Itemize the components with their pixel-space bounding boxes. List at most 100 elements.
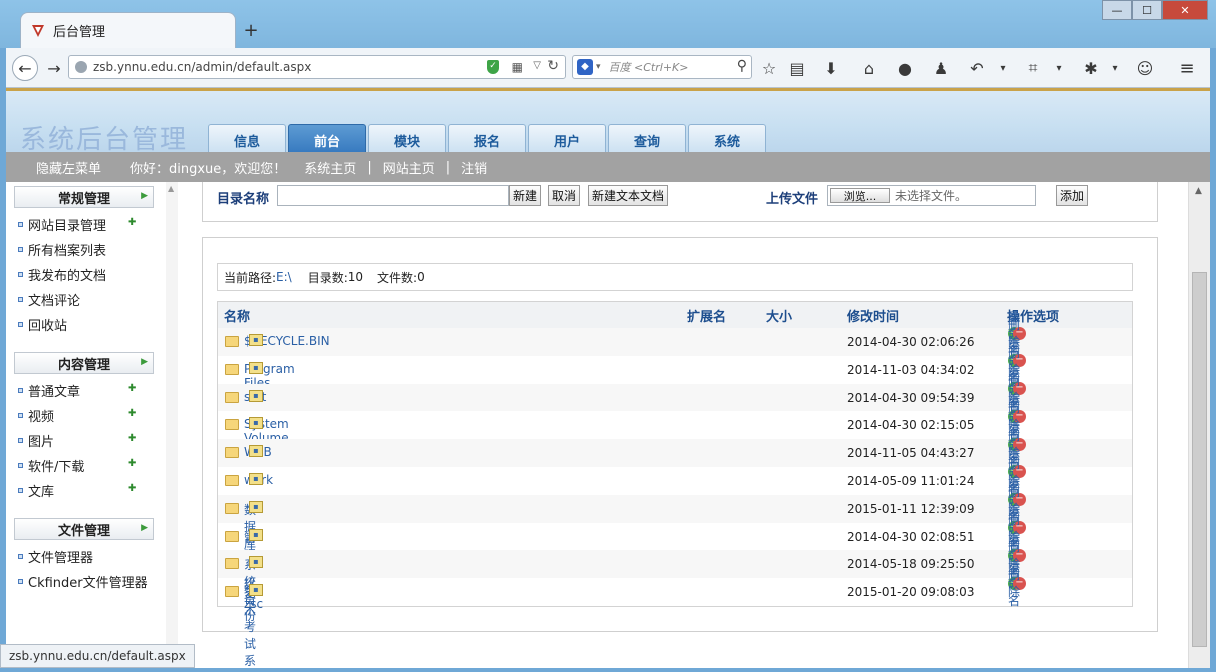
select-folder-icon[interactable]: ▪	[249, 556, 263, 569]
user-icon[interactable]: ♟	[930, 57, 952, 79]
sidebar-item[interactable]: 文档评论	[18, 289, 80, 309]
sidebar-item[interactable]: 文件管理器	[18, 546, 93, 566]
scroll-up-arrow-icon[interactable]: ▲	[1195, 186, 1202, 196]
minimize-button[interactable]: —	[1102, 0, 1132, 20]
shield-icon[interactable]: ✓	[487, 60, 499, 74]
nav-tab[interactable]: 系统	[688, 124, 766, 155]
forward-arrow-icon[interactable]: →	[42, 56, 66, 80]
left-sidebar: 常规管理 ▶ 网站目录管理 ✚ 所有档案列表 我发布的文档 文档评论回收站内容管理 ▶ 普通文章…	[6, 182, 166, 668]
select-folder-icon[interactable]: ▪	[249, 417, 263, 430]
dir-name-input[interactable]	[277, 185, 509, 206]
add-item-icon[interactable]: ✚	[128, 483, 140, 495]
search-box[interactable]: ◆ ▾ 百度 <Ctrl+K> ⚲	[572, 55, 752, 79]
sub-menu-bar: 隐藏左菜单 你好：dingxue，欢迎您！ 系统主页 | 网站主页 | 注销	[6, 152, 1210, 182]
expand-arrow-icon[interactable]: ▶	[141, 191, 148, 201]
logout-link[interactable]: 注销	[461, 158, 487, 177]
col-size-header[interactable]: 大小	[766, 306, 792, 325]
nav-tab[interactable]: 查询	[608, 124, 686, 155]
sidebar-item[interactable]: 视频 ✚	[18, 405, 136, 425]
home-icon[interactable]: ⌂	[858, 57, 880, 79]
reading-list-icon[interactable]: ▤	[786, 57, 808, 79]
dropdown-triangle-icon[interactable]: ▽	[533, 60, 541, 71]
nav-tab[interactable]: 报名	[448, 124, 526, 155]
scroll-thumb[interactable]	[1192, 272, 1207, 647]
nav-tab[interactable]: 前台	[288, 124, 366, 155]
file-upload-input[interactable]: 浏览... 未选择文件。	[827, 185, 1036, 206]
page-scrollbar[interactable]: ▲	[1188, 182, 1210, 668]
current-path-value[interactable]: E:\	[276, 270, 292, 284]
select-folder-icon[interactable]: ▪	[249, 361, 263, 374]
select-folder-icon[interactable]: ▪	[249, 528, 263, 541]
baidu-paw-icon[interactable]: ◆	[577, 59, 593, 75]
sidebar-scrollbar[interactable]: ▲	[166, 182, 178, 668]
nav-tab[interactable]: 信息	[208, 124, 286, 155]
new-text-doc-button[interactable]: 新建文本文档	[588, 185, 668, 206]
select-folder-icon[interactable]: ▪	[249, 334, 263, 346]
add-item-icon[interactable]: ✚	[128, 458, 140, 470]
chat-bubble-icon[interactable]: ●	[894, 57, 916, 79]
scroll-up-arrow-icon[interactable]: ▲	[168, 184, 174, 193]
site-home-link[interactable]: 网站主页	[383, 158, 435, 177]
search-icon[interactable]: ⚲	[737, 58, 747, 74]
bookmark-star-icon[interactable]: ☆	[758, 57, 780, 79]
col-name-header[interactable]: 名称	[224, 306, 250, 325]
undo-dropdown-icon[interactable]: ▾	[992, 57, 1014, 79]
smiley-icon[interactable]: ☺	[1134, 57, 1156, 79]
sidebar-item[interactable]: 文库 ✚	[18, 480, 136, 500]
col-mtime-header[interactable]: 修改时间	[847, 306, 899, 325]
select-folder-icon[interactable]: ▪	[249, 445, 263, 458]
sidebar-item[interactable]: 所有档案列表	[18, 239, 106, 259]
download-arrow-icon[interactable]: ⬇	[820, 57, 842, 79]
sidebar-group-title[interactable]: 常规管理 ▶	[14, 186, 154, 208]
folder-icon	[225, 419, 239, 431]
add-upload-button[interactable]: 添加	[1056, 185, 1088, 206]
sidebar-item-label: 文件管理器	[28, 550, 94, 566]
nav-tab[interactable]: 模块	[368, 124, 446, 155]
add-item-icon[interactable]: ✚	[128, 433, 140, 445]
sidebar-item[interactable]: 回收站	[18, 314, 67, 334]
folder-icon	[225, 391, 239, 403]
browser-tab[interactable]: 后台管理	[20, 12, 236, 48]
add-item-icon[interactable]: ✚	[128, 383, 140, 395]
crop-dropdown-icon[interactable]: ▾	[1048, 57, 1070, 79]
sidebar-item[interactable]: 图片 ✚	[18, 430, 136, 450]
address-bar[interactable]: zsb.ynnu.edu.cn/admin/default.aspx ✓ ▦ ▽…	[68, 55, 566, 79]
bug-icon[interactable]: ✱	[1080, 57, 1102, 79]
close-button[interactable]: ✕	[1162, 0, 1208, 20]
back-arrow-icon[interactable]: ←	[12, 55, 38, 81]
cancel-button[interactable]: 取消	[548, 185, 580, 206]
bullet-icon	[18, 387, 23, 393]
select-folder-icon[interactable]: ▪	[249, 500, 263, 513]
search-engine-dropdown-icon[interactable]: ▾	[596, 62, 601, 72]
sidebar-item[interactable]: Ckfinder文件管理器	[18, 571, 148, 591]
bullet-icon	[18, 553, 23, 559]
sidebar-group-title[interactable]: 文件管理 ▶	[14, 518, 154, 540]
reload-icon[interactable]: ↻	[547, 58, 559, 74]
new-dir-button[interactable]: 新建	[509, 185, 541, 206]
undo-icon[interactable]: ↶	[966, 57, 988, 79]
sidebar-item[interactable]: 网站目录管理 ✚	[18, 214, 136, 234]
expand-arrow-icon[interactable]: ▶	[141, 357, 148, 367]
hide-left-menu-link[interactable]: 隐藏左菜单	[36, 158, 130, 177]
sidebar-item[interactable]: 普通文章 ✚	[18, 380, 136, 400]
qr-code-icon[interactable]: ▦	[512, 60, 523, 74]
sidebar-item[interactable]: 我发布的文档	[18, 264, 106, 284]
menu-hamburger-icon[interactable]: ≡	[1176, 57, 1198, 79]
crop-icon[interactable]: ⌗	[1022, 57, 1044, 79]
nav-tab[interactable]: 用户	[528, 124, 606, 155]
add-item-icon[interactable]: ✚	[128, 408, 140, 420]
bug-dropdown-icon[interactable]: ▾	[1104, 57, 1126, 79]
maximize-button[interactable]: ☐	[1132, 0, 1162, 20]
sidebar-item[interactable]: 软件/下载 ✚	[18, 455, 136, 475]
sidebar-group-title[interactable]: 内容管理 ▶	[14, 352, 154, 374]
new-tab-button[interactable]: +	[242, 20, 260, 41]
browse-button[interactable]: 浏览...	[830, 188, 890, 203]
select-folder-icon[interactable]: ▪	[249, 389, 263, 402]
system-home-link[interactable]: 系统主页	[304, 158, 356, 177]
delete-link[interactable]: 删除	[1008, 566, 1020, 600]
expand-arrow-icon[interactable]: ▶	[141, 523, 148, 533]
select-folder-icon[interactable]: ▪	[249, 472, 263, 485]
select-folder-icon[interactable]: ▪	[249, 584, 263, 597]
add-item-icon[interactable]: ✚	[128, 217, 140, 229]
col-ext-header[interactable]: 扩展名	[687, 306, 726, 325]
